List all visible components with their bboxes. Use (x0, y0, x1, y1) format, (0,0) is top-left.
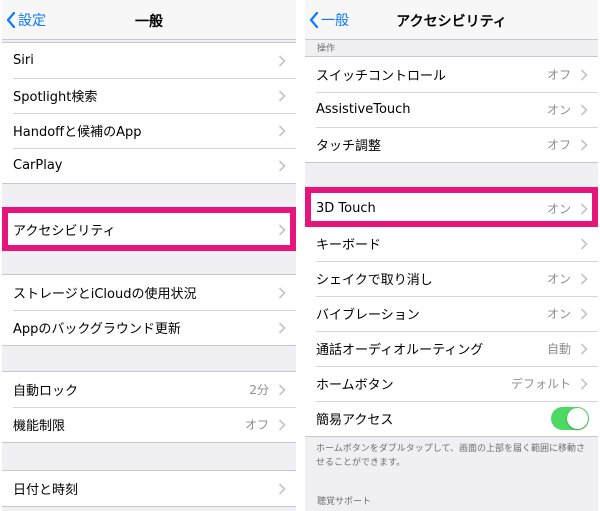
section-header-hearing: 聴覚サポート (317, 497, 372, 507)
page-title: 一般 (135, 14, 163, 30)
chevron-right-icon (278, 159, 286, 172)
chevron-right-icon (580, 342, 588, 355)
settings-item-date-time[interactable]: 日付と時刻 (2, 471, 296, 506)
chevron-right-icon (278, 223, 286, 236)
item-value: オン (546, 307, 571, 321)
item-label: シェイクで取り消し (316, 273, 433, 288)
item-label: 日付と時刻 (13, 483, 79, 498)
item-label: 簡易アクセス (316, 413, 394, 428)
item-label: 自動ロック (13, 384, 79, 399)
settings-item-touch-accommodations[interactable]: タッチ調整 オフ (305, 127, 598, 162)
chevron-right-icon (580, 307, 588, 320)
settings-group: 自動ロック 2分 機能制限 オフ (2, 371, 296, 443)
settings-item-reachability: 簡易アクセス (305, 401, 598, 436)
settings-item-handoff[interactable]: Handoffと候補のApp (2, 113, 296, 148)
settings-group: アクセシビリティ (2, 211, 296, 248)
item-label: スイッチコントロール (316, 69, 447, 84)
chevron-right-icon (580, 138, 588, 151)
back-label: 一般 (321, 13, 349, 29)
chevron-right-icon (278, 54, 286, 67)
chevron-right-icon (278, 383, 286, 396)
item-value: 2分 (249, 383, 269, 397)
item-label: 通話オーディオルーティング (316, 343, 484, 358)
chevron-right-icon (580, 68, 588, 81)
settings-item-spotlight[interactable]: Spotlight検索 (2, 78, 296, 113)
settings-item-siri[interactable]: Siri (2, 43, 296, 78)
back-button[interactable]: 設定 (6, 9, 46, 31)
settings-item-3d-touch[interactable]: 3D Touch オン (305, 191, 598, 226)
item-label: Spotlight検索 (13, 90, 98, 105)
settings-item-switch-control[interactable]: スイッチコントロール オフ (305, 57, 598, 92)
back-label: 設定 (18, 13, 46, 29)
settings-item-shake-to-undo[interactable]: シェイクで取り消し オン (305, 261, 598, 296)
accessibility-screen: 一般 アクセシビリティ 操作 スイッチコントロール オフ AssistiveTo… (305, 0, 598, 511)
chevron-left-icon (309, 12, 319, 28)
settings-item-storage[interactable]: ストレージとiCloudの使用状況 (2, 275, 296, 310)
chevron-right-icon (278, 124, 286, 137)
settings-item-call-audio-routing[interactable]: 通話オーディオルーティング 自動 (305, 331, 598, 366)
general-settings-screen: 設定 一般 Siri Spotlight検索 Handoffと候補のApp Ca… (2, 0, 296, 511)
item-label: バイブレーション (316, 308, 420, 323)
item-label: タッチ調整 (316, 139, 382, 154)
chevron-left-icon (6, 12, 16, 28)
chevron-right-icon (278, 321, 286, 334)
reachability-toggle[interactable] (551, 407, 589, 430)
item-value: 自動 (546, 342, 571, 356)
chevron-right-icon (580, 237, 588, 250)
item-label: ストレージとiCloudの使用状況 (13, 287, 197, 302)
settings-group: Siri Spotlight検索 Handoffと候補のApp CarPlay (2, 42, 296, 184)
chevron-right-icon (278, 89, 286, 102)
chevron-right-icon (580, 202, 588, 215)
item-label: AssistiveTouch (316, 102, 411, 117)
settings-group: 3D Touch オン キーボード シェイクで取り消し オン バイブレーション … (305, 190, 598, 437)
item-value: オン (546, 202, 571, 216)
settings-item-accessibility[interactable]: アクセシビリティ (2, 212, 296, 247)
item-label: 機能制限 (13, 419, 66, 434)
chevron-right-icon (278, 286, 286, 299)
settings-item-carplay[interactable]: CarPlay (2, 148, 296, 183)
settings-item-auto-lock[interactable]: 自動ロック 2分 (2, 372, 296, 407)
nav-bar: 設定 一般 (2, 0, 296, 40)
item-value: オン (546, 272, 571, 286)
section-header-operation: 操作 (317, 44, 336, 54)
toggle-knob (567, 408, 588, 429)
chevron-right-icon (278, 482, 286, 495)
reachability-footer-note: ホームボタンをダブルタップして、画面の上部を届く範囲に移動させることができます。 (316, 444, 586, 468)
item-value: デフォルト (510, 377, 571, 391)
item-value: オン (546, 103, 571, 117)
item-value: オフ (546, 68, 571, 82)
chevron-right-icon (580, 272, 588, 285)
nav-bar: 一般 アクセシビリティ (305, 0, 598, 40)
settings-item-vibration[interactable]: バイブレーション オン (305, 296, 598, 331)
settings-group: ストレージとiCloudの使用状況 Appのバックグラウンド更新 (2, 274, 296, 346)
item-label: ホームボタン (316, 378, 394, 393)
item-label: キーボード (316, 238, 382, 253)
item-value: オフ (546, 138, 571, 152)
settings-item-restrictions[interactable]: 機能制限 オフ (2, 407, 296, 442)
settings-item-background-refresh[interactable]: Appのバックグラウンド更新 (2, 310, 296, 345)
item-label: アクセシビリティ (13, 224, 116, 239)
item-value: オフ (244, 418, 269, 432)
settings-item-keyboard[interactable]: キーボード (305, 226, 598, 261)
item-label: CarPlay (13, 158, 63, 173)
item-label: Siri (13, 53, 34, 68)
item-label: Appのバックグラウンド更新 (13, 322, 181, 337)
chevron-right-icon (580, 377, 588, 390)
back-button[interactable]: 一般 (309, 9, 349, 31)
settings-item-home-button[interactable]: ホームボタン デフォルト (305, 366, 598, 401)
item-label: 3D Touch (316, 201, 376, 216)
settings-group: スイッチコントロール オフ AssistiveTouch オン タッチ調整 オフ (305, 56, 598, 163)
item-label: Handoffと候補のApp (13, 125, 142, 140)
settings-item-assistivetouch[interactable]: AssistiveTouch オン (305, 92, 598, 127)
settings-group: 日付と時刻 (2, 470, 296, 507)
chevron-right-icon (580, 103, 588, 116)
chevron-right-icon (278, 418, 286, 431)
